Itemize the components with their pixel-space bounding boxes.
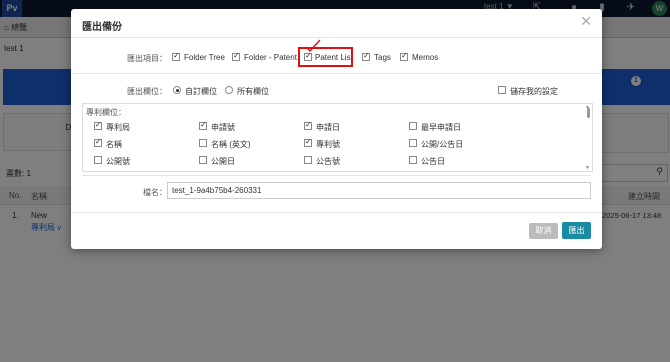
checkbox-field-title[interactable] bbox=[94, 137, 102, 147]
cancel-button[interactable]: 取消 bbox=[529, 223, 558, 239]
label-folder-tree: Folder Tree bbox=[184, 53, 225, 62]
label-tags: Tags bbox=[374, 53, 391, 62]
dialog-title: 匯出備份 bbox=[82, 22, 122, 33]
label-field: 公開/公告日 bbox=[421, 140, 464, 149]
filename-input[interactable] bbox=[167, 182, 591, 199]
label-memos: Memos bbox=[412, 53, 439, 62]
label-field: 申請日 bbox=[316, 123, 340, 132]
checkbox-field-earliest-date[interactable] bbox=[409, 122, 417, 130]
radio-custom-fields[interactable] bbox=[173, 86, 181, 94]
checkbox-tags[interactable] bbox=[362, 51, 370, 61]
label-field: 最早申請日 bbox=[421, 123, 461, 132]
export-backup-dialog: 匯出備份 ✕ 匯出項目： Folder Tree Folder - Patent… bbox=[71, 9, 602, 249]
checkbox-field-title-en[interactable] bbox=[199, 139, 207, 147]
label-field: 公告日 bbox=[421, 157, 445, 166]
label-field: 專利號 bbox=[316, 140, 340, 149]
checkbox-field-app-date[interactable] bbox=[304, 120, 312, 130]
checkbox-field-office[interactable] bbox=[94, 120, 102, 130]
divider bbox=[71, 37, 602, 38]
divider bbox=[71, 73, 602, 74]
export-fields-label: 匯出欄位： bbox=[127, 87, 167, 96]
label-field: 公告號 bbox=[316, 157, 340, 166]
label-field: 名稱 (英文) bbox=[211, 140, 251, 149]
label-field: 申請號 bbox=[211, 123, 235, 132]
scrollbar[interactable] bbox=[587, 108, 590, 118]
label-field: 專利局 bbox=[106, 123, 130, 132]
checkbox-field-pub-date[interactable] bbox=[409, 139, 417, 147]
divider bbox=[71, 212, 602, 213]
export-button[interactable]: 匯出 bbox=[562, 222, 591, 239]
checkbox-folder-tree[interactable] bbox=[172, 51, 180, 61]
label-field: 名稱 bbox=[106, 140, 122, 149]
checkbox-field-patent-no[interactable] bbox=[304, 137, 312, 147]
close-icon[interactable]: ✕ bbox=[580, 13, 592, 30]
checkbox-field-app-no[interactable] bbox=[199, 120, 207, 130]
label-field: 公開號 bbox=[106, 157, 130, 166]
checkbox-field-pub-no[interactable] bbox=[94, 156, 102, 164]
label-save-settings: 儲存我的設定 bbox=[510, 87, 558, 96]
divider bbox=[82, 175, 591, 176]
label-field: 公開日 bbox=[211, 157, 235, 166]
red-check-icon bbox=[305, 39, 321, 53]
checkbox-save-settings[interactable] bbox=[498, 86, 506, 94]
label-folder-patent: Folder - Patent bbox=[244, 53, 297, 62]
export-items-label: 匯出項目： bbox=[127, 54, 167, 63]
scroll-down-icon[interactable]: ▼ bbox=[585, 165, 590, 171]
checkbox-field-pub-day[interactable] bbox=[199, 156, 207, 164]
patent-fields-label: 專利欄位： bbox=[86, 108, 126, 117]
patent-fields-panel: 專利欄位： ▲ ▼ 專利局 申請號 申請日 最早申請日 名稱 名稱 (英文) 專… bbox=[82, 103, 593, 172]
checkbox-folder-patent[interactable] bbox=[232, 51, 240, 61]
radio-all-fields[interactable] bbox=[225, 86, 233, 94]
checkbox-field-grant-no[interactable] bbox=[304, 156, 312, 164]
checkbox-memos[interactable] bbox=[400, 51, 408, 61]
filename-label: 檔名： bbox=[143, 188, 167, 197]
checkbox-field-grant-date[interactable] bbox=[409, 156, 417, 164]
label-custom-fields: 自訂欄位 bbox=[185, 87, 217, 96]
label-all-fields: 所有欄位 bbox=[237, 87, 269, 96]
